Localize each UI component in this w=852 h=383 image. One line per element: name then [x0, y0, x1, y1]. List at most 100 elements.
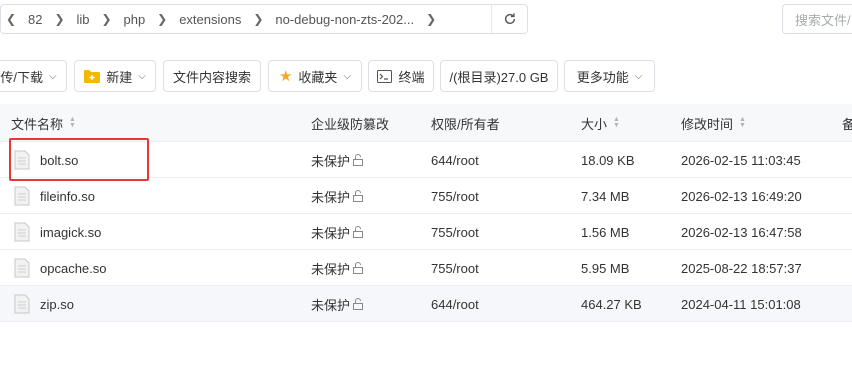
file-name[interactable]: bolt.so [40, 153, 78, 168]
file-name-cell[interactable]: bolt.so [14, 142, 78, 178]
new-button[interactable]: 新建 ⌵ [74, 60, 156, 92]
new-label: 新建 [106, 69, 133, 85]
unlock-icon[interactable] [352, 262, 364, 274]
table-row[interactable]: zip.so 未保护 644/root 464.27 KB 2024-04-11… [0, 286, 852, 322]
mtime-cell: 2025-08-22 18:57:37 [681, 250, 802, 286]
disk-usage-label: /(根目录)27.0 GB [449, 69, 549, 85]
content-search-button[interactable]: 文件内容搜索 [163, 60, 261, 92]
chevron-right-icon: ❯ [157, 12, 168, 26]
upload-download-label: 传/下载 [0, 69, 44, 85]
breadcrumb-label[interactable]: lib [70, 12, 95, 27]
file-name[interactable]: fileinfo.so [40, 189, 95, 204]
table-header: 文件名称 ▲ ▼ 企业级防篡改 权限/所有者 大小 ▲ ▼ 修改时间 ▲ ▼ 备 [0, 104, 852, 142]
permission-value[interactable]: 644/root [431, 297, 479, 312]
protection-cell[interactable]: 未保护 [311, 178, 364, 214]
file-name-cell[interactable]: zip.so [14, 286, 74, 322]
file-icon [14, 294, 30, 314]
protection-cell[interactable]: 未保护 [311, 214, 364, 250]
permission-value[interactable]: 644/root [431, 153, 479, 168]
table-row[interactable]: fileinfo.so 未保护 755/root 7.34 MB 2026-02… [0, 178, 852, 214]
upload-download-button[interactable]: 传/下载 ⌵ [0, 60, 67, 92]
size-cell: 18.09 KB [581, 142, 635, 178]
size-value: 464.27 KB [581, 296, 642, 312]
folder-icon [84, 69, 101, 83]
protection-cell[interactable]: 未保护 [311, 250, 364, 286]
column-header-size[interactable]: 大小 ▲ ▼ [581, 104, 620, 142]
favorites-button[interactable]: ★ 收藏夹 ⌵ [268, 60, 362, 92]
breadcrumb-next[interactable]: ❯ [421, 5, 442, 33]
permission-cell[interactable]: 644/root [431, 142, 479, 178]
protection-status[interactable]: 未保护 [311, 223, 350, 242]
chevron-left-icon[interactable]: ❮ [1, 12, 21, 26]
terminal-button[interactable]: 终端 [368, 60, 434, 92]
column-header-mtime[interactable]: 修改时间 ▲ ▼ [681, 104, 746, 142]
refresh-button[interactable] [491, 5, 527, 33]
file-name-cell[interactable]: imagick.so [14, 214, 101, 250]
breadcrumb-item-current[interactable]: ❯ no-debug-non-zts-202... [248, 5, 421, 33]
size-cell: 5.95 MB [581, 250, 629, 286]
mtime-value: 2026-02-13 16:49:20 [681, 188, 802, 204]
favorites-label: 收藏夹 [298, 69, 338, 85]
table-row[interactable]: opcache.so 未保护 755/root 5.95 MB 2025-08-… [0, 250, 852, 286]
protection-status[interactable]: 未保护 [311, 187, 350, 206]
mtime-cell: 2026-02-15 11:03:45 [681, 142, 801, 178]
mtime-value: 2024-04-11 15:01:08 [681, 296, 801, 312]
sort-icon[interactable]: ▲ ▼ [613, 116, 620, 129]
breadcrumb-item-php[interactable]: ❯ php [96, 5, 152, 33]
file-name-cell[interactable]: fileinfo.so [14, 178, 95, 214]
column-header-label: 文件名称 [11, 116, 64, 132]
unlock-icon[interactable] [352, 154, 364, 166]
unlock-icon[interactable] [352, 190, 364, 202]
table-row[interactable]: bolt.so 未保护 644/root 18.09 KB 2026-02-15… [0, 142, 852, 178]
protection-cell[interactable]: 未保护 [311, 142, 364, 178]
chevron-right-icon[interactable]: ❯ [421, 12, 441, 26]
breadcrumb-item-82[interactable]: ❮ 82 [1, 5, 49, 33]
mtime-cell: 2026-02-13 16:49:20 [681, 178, 802, 214]
permission-cell[interactable]: 644/root [431, 286, 479, 322]
sort-icon[interactable]: ▲ ▼ [739, 116, 746, 129]
chevron-right-icon: ❯ [101, 12, 112, 26]
protection-status[interactable]: 未保护 [311, 295, 350, 314]
size-cell: 7.34 MB [581, 178, 629, 214]
protection-status[interactable]: 未保护 [311, 151, 350, 170]
breadcrumb-item-lib[interactable]: ❯ lib [49, 5, 96, 33]
permission-value[interactable]: 755/root [431, 261, 479, 276]
chevron-right-icon: ❯ [253, 12, 264, 26]
search-input[interactable]: 搜索文件/目录 [782, 4, 852, 34]
file-table: 文件名称 ▲ ▼ 企业级防篡改 权限/所有者 大小 ▲ ▼ 修改时间 ▲ ▼ 备 bo… [0, 104, 852, 322]
disk-usage-button[interactable]: /(根目录)27.0 GB [440, 60, 558, 92]
unlock-icon[interactable] [352, 226, 364, 238]
size-value: 18.09 KB [581, 152, 635, 168]
breadcrumb-label[interactable]: no-debug-non-zts-202... [269, 12, 420, 27]
permission-cell[interactable]: 755/root [431, 214, 479, 250]
mtime-value: 2026-02-13 16:47:58 [681, 224, 802, 240]
column-header-name[interactable]: 文件名称 ▲ ▼ [11, 104, 76, 142]
chevron-down-icon: ⌵ [343, 70, 352, 82]
file-name[interactable]: imagick.so [40, 225, 101, 240]
file-icon [14, 150, 30, 170]
permission-cell[interactable]: 755/root [431, 178, 479, 214]
protection-status[interactable]: 未保护 [311, 259, 350, 278]
breadcrumb-path-input[interactable] [442, 5, 491, 33]
breadcrumb-item-extensions[interactable]: ❯ extensions [152, 5, 248, 33]
file-name[interactable]: zip.so [40, 297, 74, 312]
file-name[interactable]: opcache.so [40, 261, 107, 276]
file-name-cell[interactable]: opcache.so [14, 250, 107, 286]
breadcrumb-label[interactable]: php [117, 12, 151, 27]
table-row[interactable]: imagick.so 未保护 755/root 1.56 MB 2026-02-… [0, 214, 852, 250]
protection-cell[interactable]: 未保护 [311, 286, 364, 322]
more-functions-button[interactable]: 更多功能 ⌵ [564, 60, 655, 92]
terminal-label: 终端 [398, 69, 425, 85]
permission-value[interactable]: 755/root [431, 225, 479, 240]
breadcrumb: ❮ 82 ❯ lib ❯ php ❯ extensions ❯ no-debug… [0, 4, 528, 34]
breadcrumb-label[interactable]: 82 [22, 12, 48, 27]
size-value: 7.34 MB [581, 188, 630, 204]
column-header-label: 大小 [581, 116, 608, 132]
permission-value[interactable]: 755/root [431, 189, 479, 204]
unlock-icon[interactable] [352, 298, 364, 310]
breadcrumb-label[interactable]: extensions [173, 12, 247, 27]
sort-icon[interactable]: ▲ ▼ [69, 116, 76, 129]
file-icon [14, 258, 30, 278]
permission-cell[interactable]: 755/root [431, 250, 479, 286]
chevron-right-icon: ❯ [54, 12, 65, 26]
